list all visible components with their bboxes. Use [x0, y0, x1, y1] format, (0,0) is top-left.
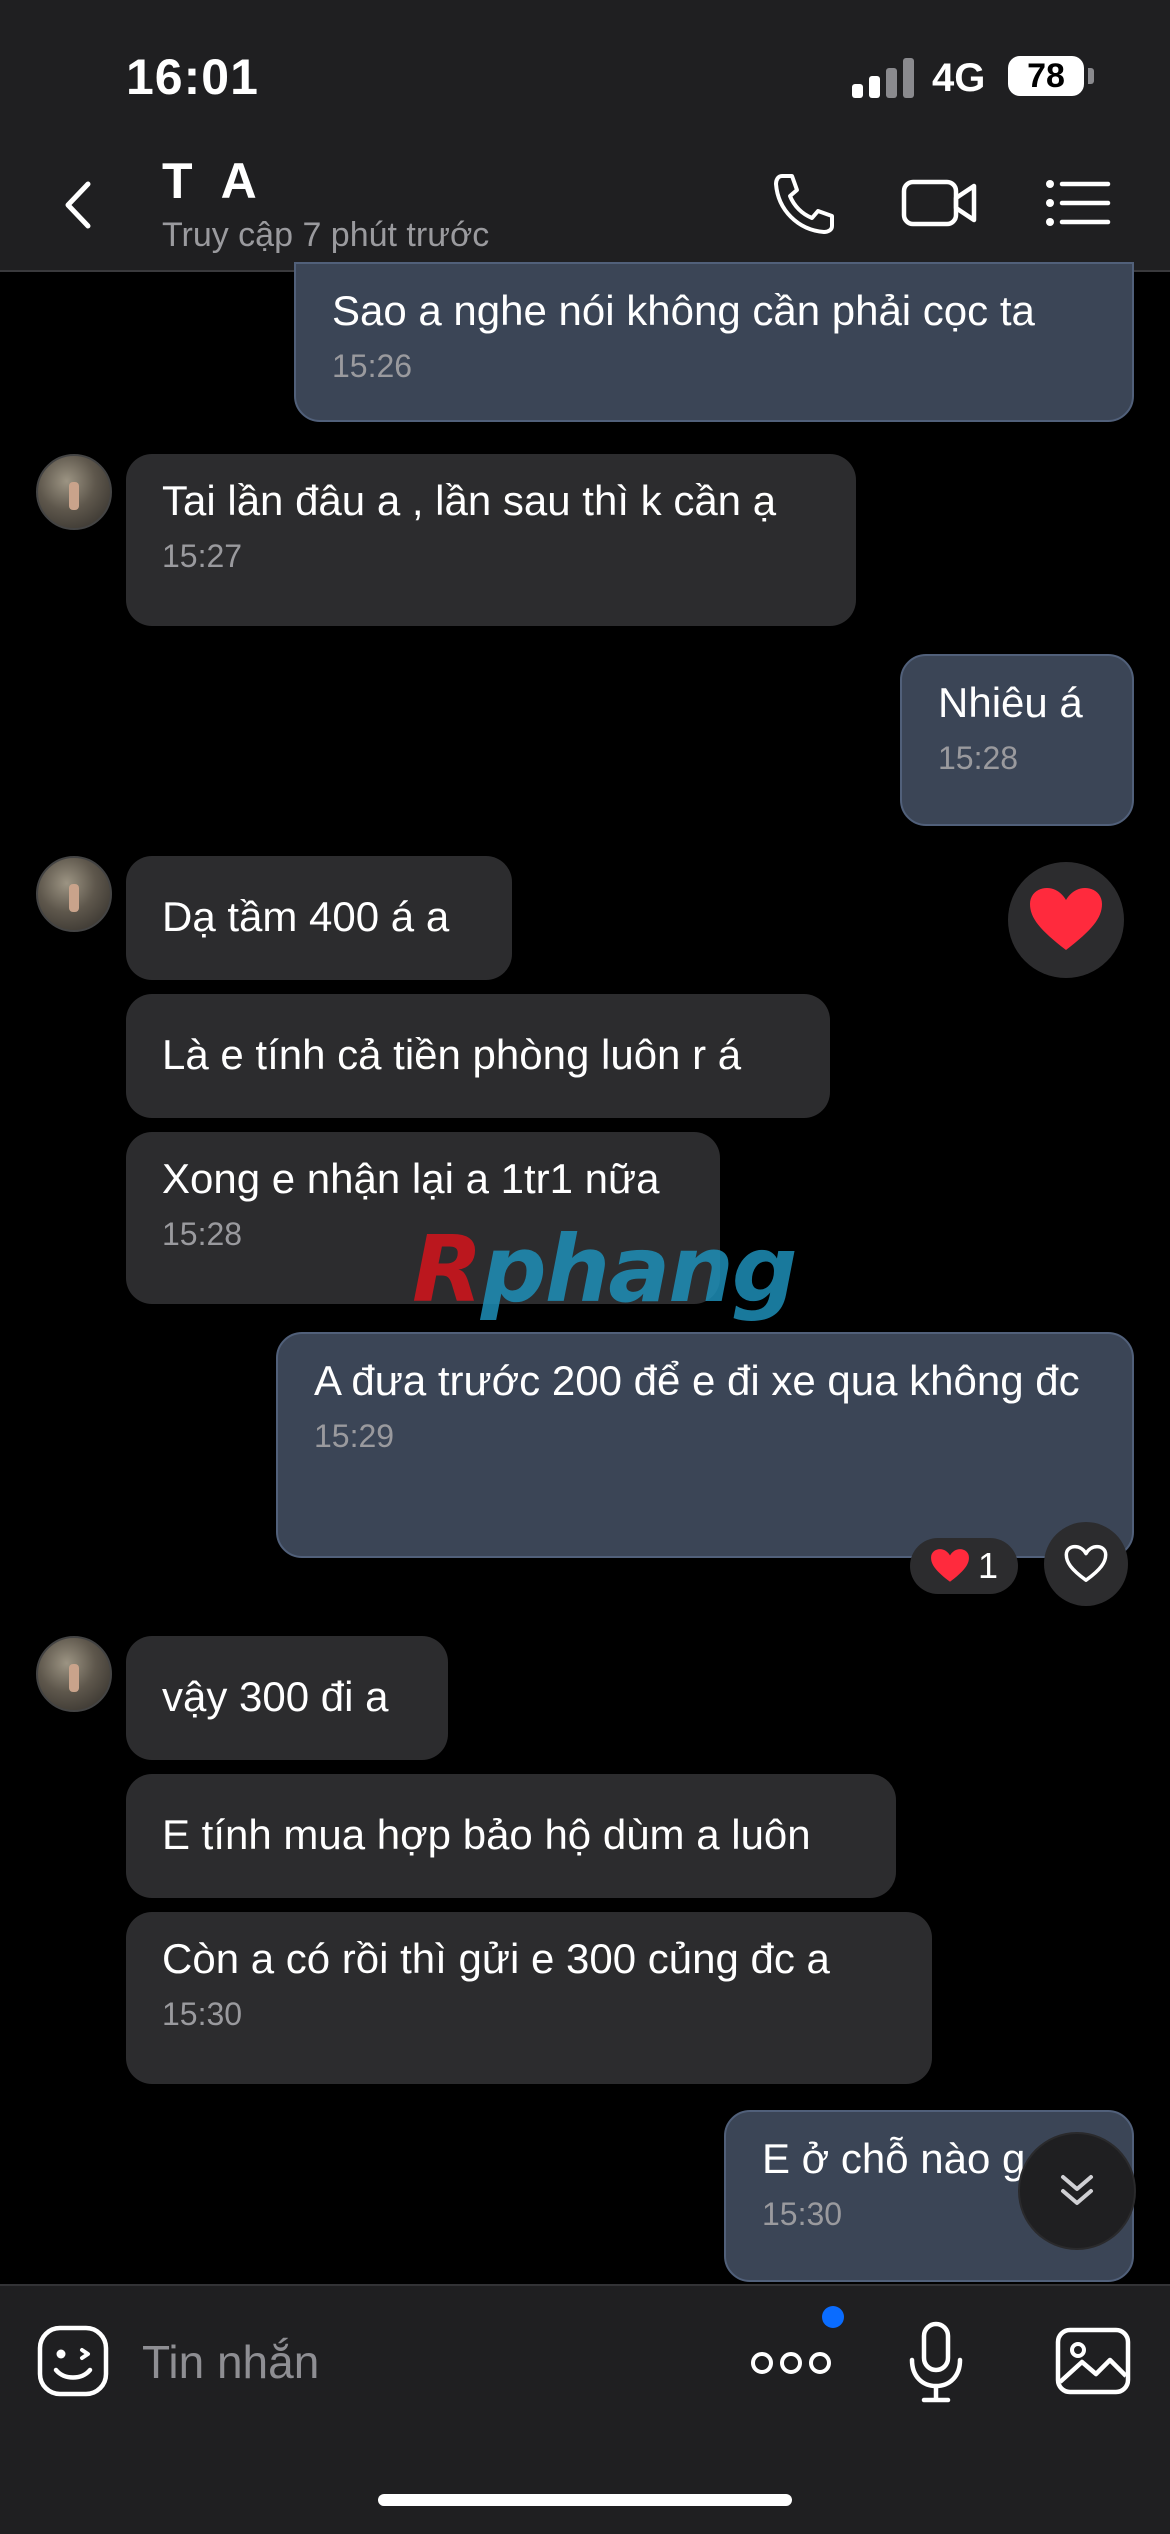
heart-icon — [1030, 888, 1102, 950]
message-text: Sao a nghe nói không cần phải cọc ta — [332, 287, 1035, 334]
message-time: 15:27 — [162, 538, 243, 574]
battery-icon: 78 — [1008, 56, 1084, 96]
message-composer — [0, 2284, 1170, 2534]
message-text: Tai lần đâu a , lần sau thì k cần ạ — [162, 477, 777, 524]
contact-status: Truy cập 7 phút trước — [162, 216, 490, 254]
gallery-button[interactable] — [1054, 2326, 1132, 2396]
chevron-double-down-icon — [1061, 2175, 1093, 2205]
message-bubble[interactable]: Còn a có rồi thì gửi e 300 củng đc a 15:… — [126, 1912, 932, 2084]
message-text: Còn a có rồi thì gửi e 300 củng đc a — [162, 1935, 830, 1982]
message-time: 15:26 — [332, 348, 413, 384]
heart-icon — [931, 1549, 969, 1582]
call-button[interactable] — [762, 168, 842, 238]
avatar[interactable] — [36, 856, 112, 932]
avatar[interactable] — [36, 454, 112, 530]
status-bar: 16:01 4G 78 — [0, 0, 1170, 140]
message-time: 15:30 — [162, 1996, 243, 2032]
phone-icon — [774, 174, 834, 234]
more-dots-icon — [751, 2352, 831, 2374]
status-time: 16:01 — [126, 49, 259, 105]
reaction-count: 1 — [977, 1545, 999, 1586]
notification-dot — [822, 2306, 844, 2328]
sticker-button[interactable] — [36, 2324, 110, 2398]
message-text: Dạ tầm 400 á a — [162, 893, 450, 940]
message-input[interactable] — [140, 2326, 684, 2398]
message-text: E tính mua hợp bảo hộ dùm a luôn — [162, 1811, 811, 1858]
message-text: A đưa trước 200 để e đi xe qua không đc — [314, 1357, 1080, 1404]
reaction-summary[interactable]: 1 — [910, 1538, 1018, 1594]
message-bubble[interactable]: Dạ tầm 400 á a — [126, 856, 512, 980]
react-button[interactable] — [1044, 1522, 1128, 1606]
heart-outline-icon — [1064, 1544, 1108, 1582]
menu-list-icon — [1046, 180, 1111, 226]
home-indicator — [378, 2494, 792, 2506]
reaction-heart[interactable] — [1008, 862, 1124, 978]
network-type: 4G — [932, 56, 986, 100]
battery-cap — [1088, 68, 1094, 84]
message-text: Nhiêu á — [938, 679, 1083, 726]
image-icon — [1055, 2327, 1131, 2395]
video-call-button[interactable] — [900, 168, 980, 238]
video-camera-icon — [901, 179, 977, 227]
message-text: Xong e nhận lại a 1tr1 nữa — [162, 1155, 660, 1202]
back-button[interactable] — [54, 180, 104, 230]
voice-record-button[interactable] — [906, 2320, 966, 2406]
message-bubble[interactable]: E tính mua hợp bảo hộ dùm a luôn — [126, 1774, 896, 1898]
message-time: 15:28 — [938, 740, 1019, 776]
message-bubble[interactable]: Tai lần đâu a , lần sau thì k cần ạ 15:2… — [126, 454, 856, 626]
contact-name[interactable]: T A — [162, 152, 265, 210]
scroll-to-bottom-button[interactable] — [1020, 2134, 1134, 2248]
emoji-sticker-icon — [37, 2325, 109, 2397]
back-arrow-icon — [65, 181, 91, 229]
message-time: 15:29 — [314, 1418, 395, 1454]
message-bubble[interactable]: Nhiêu á 15:28 — [900, 654, 1134, 826]
options-menu-button[interactable] — [1040, 168, 1120, 238]
avatar[interactable] — [36, 1636, 112, 1712]
message-text: Là e tính cả tiền phòng luôn r á — [162, 1031, 742, 1078]
signal-icon — [852, 58, 914, 98]
more-options-button[interactable] — [750, 2346, 832, 2380]
microphone-icon — [909, 2321, 963, 2403]
watermark-logo: Rphang — [412, 1216, 798, 1323]
chat-header: T A Truy cập 7 phút trước — [0, 140, 1170, 272]
message-bubble[interactable]: Sao a nghe nói không cần phải cọc ta 15:… — [294, 262, 1134, 422]
message-text: vậy 300 đi a — [162, 1673, 389, 1720]
message-bubble[interactable]: vậy 300 đi a — [126, 1636, 448, 1760]
message-bubble[interactable]: A đưa trước 200 để e đi xe qua không đc … — [276, 1332, 1134, 1558]
message-bubble[interactable]: Là e tính cả tiền phòng luôn r á — [126, 994, 830, 1118]
